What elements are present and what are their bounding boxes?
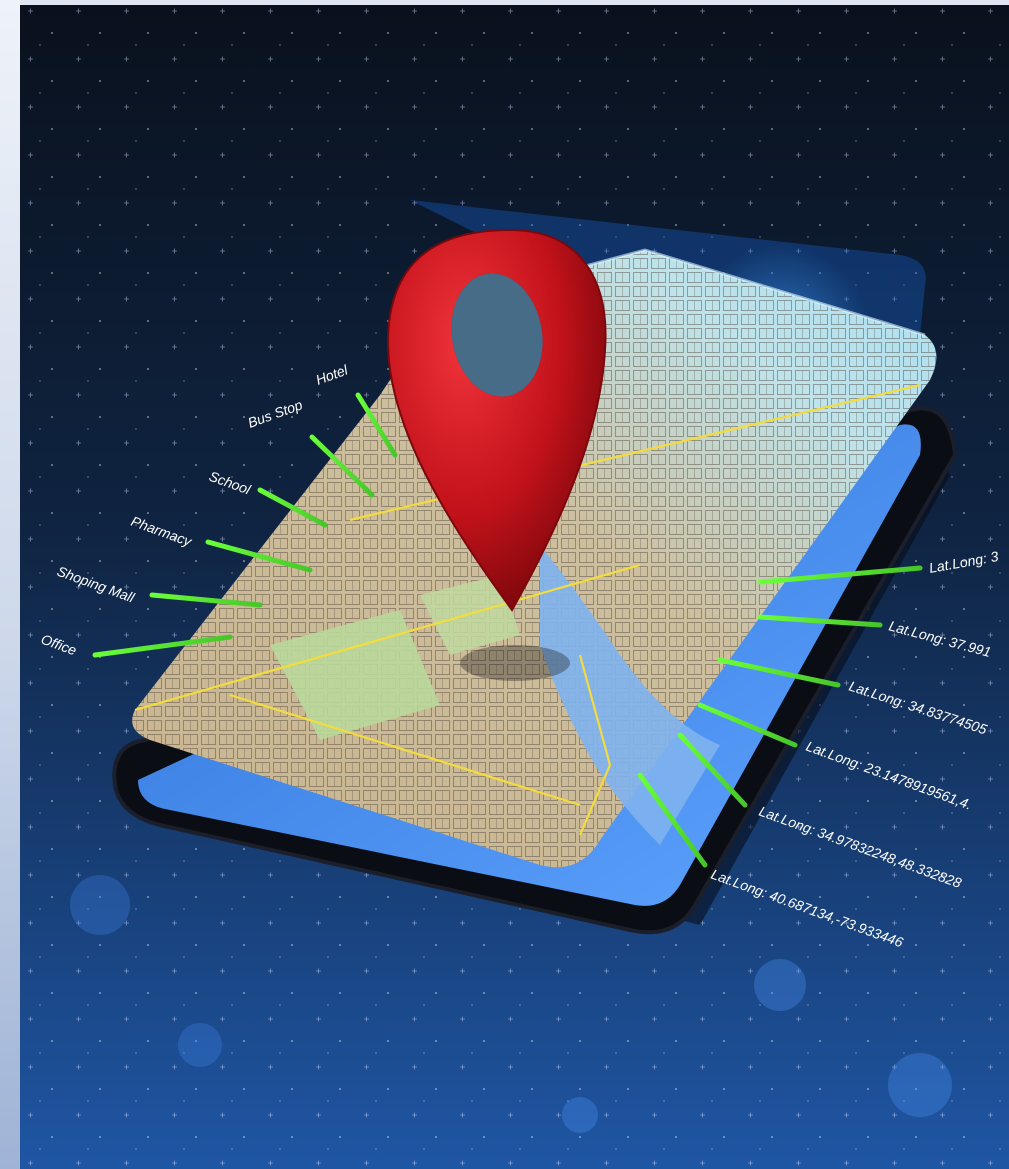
pin-shadow	[460, 645, 570, 681]
left-edge-strip	[0, 0, 20, 1169]
map-scene: Hotel Bus Stop School Pharmacy Shoping M…	[20, 5, 1009, 1169]
illustration: Hotel Bus Stop School Pharmacy Shoping M…	[0, 0, 1009, 1169]
